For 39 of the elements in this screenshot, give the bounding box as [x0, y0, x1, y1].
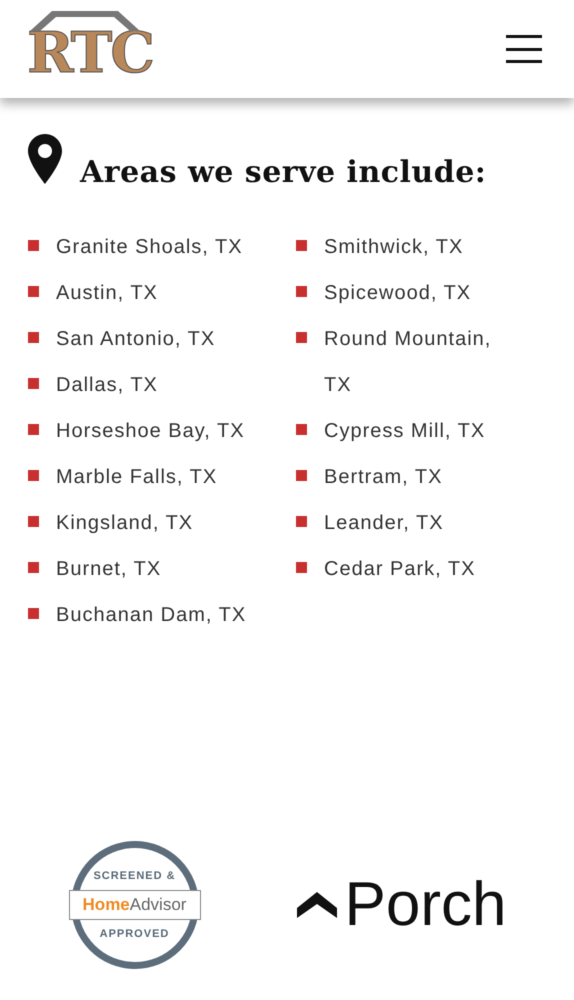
bullet-icon	[28, 332, 39, 343]
bullet-icon	[28, 470, 39, 481]
area-item: Bertram, TX	[324, 465, 442, 490]
area-item: Spicewood, TX	[324, 281, 472, 306]
bullet-icon	[28, 562, 39, 573]
bullet-icon	[296, 470, 307, 481]
area-item: Leander, TX	[324, 511, 444, 536]
area-item: Granite Shoals, TX	[56, 235, 243, 260]
area-item: Kingsland, TX	[56, 511, 194, 536]
bullet-icon	[296, 424, 307, 435]
area-item: Horseshoe Bay, TX	[56, 419, 245, 444]
porch-logo: Porch	[344, 874, 506, 936]
bullet-icon	[28, 516, 39, 527]
area-item: Marble Falls, TX	[56, 465, 218, 490]
area-item: Buchanan Dam, TX	[56, 603, 246, 628]
bullet-icon	[28, 240, 39, 251]
area-item: Austin, TX	[56, 281, 158, 306]
area-item: San Antonio, TX	[56, 327, 216, 352]
menu-button[interactable]	[506, 35, 542, 63]
map-pin-icon	[28, 134, 62, 184]
area-item: Cedar Park, TX	[324, 557, 476, 582]
area-item: Burnet, TX	[56, 557, 162, 582]
bullet-icon	[28, 608, 39, 619]
area-item: Dallas, TX	[56, 373, 158, 398]
bullet-icon	[28, 378, 39, 389]
chevron-icon	[296, 892, 337, 918]
bullet-icon	[296, 332, 307, 343]
bullet-icon	[28, 286, 39, 297]
bullet-icon	[296, 516, 307, 527]
bullet-icon	[28, 424, 39, 435]
bullet-icon	[296, 286, 307, 297]
area-item: Cypress Mill, TX	[324, 419, 486, 444]
bullet-icon	[296, 562, 307, 573]
area-item: Round Mountain, TX	[324, 327, 492, 398]
section-heading: Areas we serve include:	[80, 155, 486, 190]
bullet-icon	[296, 240, 307, 251]
area-item: Smithwick, TX	[324, 235, 464, 260]
logo[interactable]: RTC	[30, 9, 150, 89]
homeadvisor-badge: SCREENED & HomeAdvisor APPROVED	[68, 838, 202, 972]
